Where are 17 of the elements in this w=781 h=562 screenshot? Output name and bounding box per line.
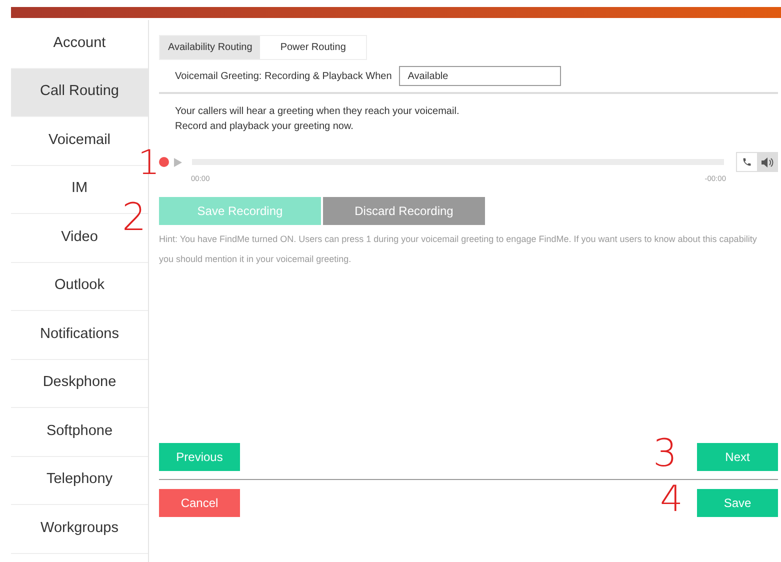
sidebar-item[interactable]: Call Routing — [11, 68, 148, 117]
hint-text: Hint: You have FindMe turned ON. Users can press 1 during your voicemail greeting to engage FindMe. If you want users to know about this capability you should mention it in your voicemail greeting. — [159, 233, 758, 266]
intro-text: Your callers will hear a greeting when they reach your voicemail. — [175, 105, 460, 119]
speaker-button[interactable] — [757, 153, 777, 171]
tab[interactable]: Availability Routing — [160, 36, 260, 59]
sidebar-item[interactable]: Deskphone — [11, 360, 148, 408]
play-icon[interactable] — [173, 158, 182, 166]
sidebar-item[interactable]: Outlook — [11, 262, 148, 311]
record-icon[interactable] — [159, 157, 169, 167]
handwritten-number: 3 — [653, 434, 678, 472]
handwritten-number: 4 — [660, 482, 683, 518]
phone-icon — [742, 157, 752, 167]
field-label: Voicemail Greeting: Recording & Playback When — [175, 70, 392, 84]
sidebar-item[interactable]: Telephony — [11, 456, 148, 505]
intro-text: Record and playback your greeting now. — [175, 120, 354, 134]
speaker-icon — [760, 156, 774, 168]
select-field[interactable]: Available — [398, 66, 561, 86]
